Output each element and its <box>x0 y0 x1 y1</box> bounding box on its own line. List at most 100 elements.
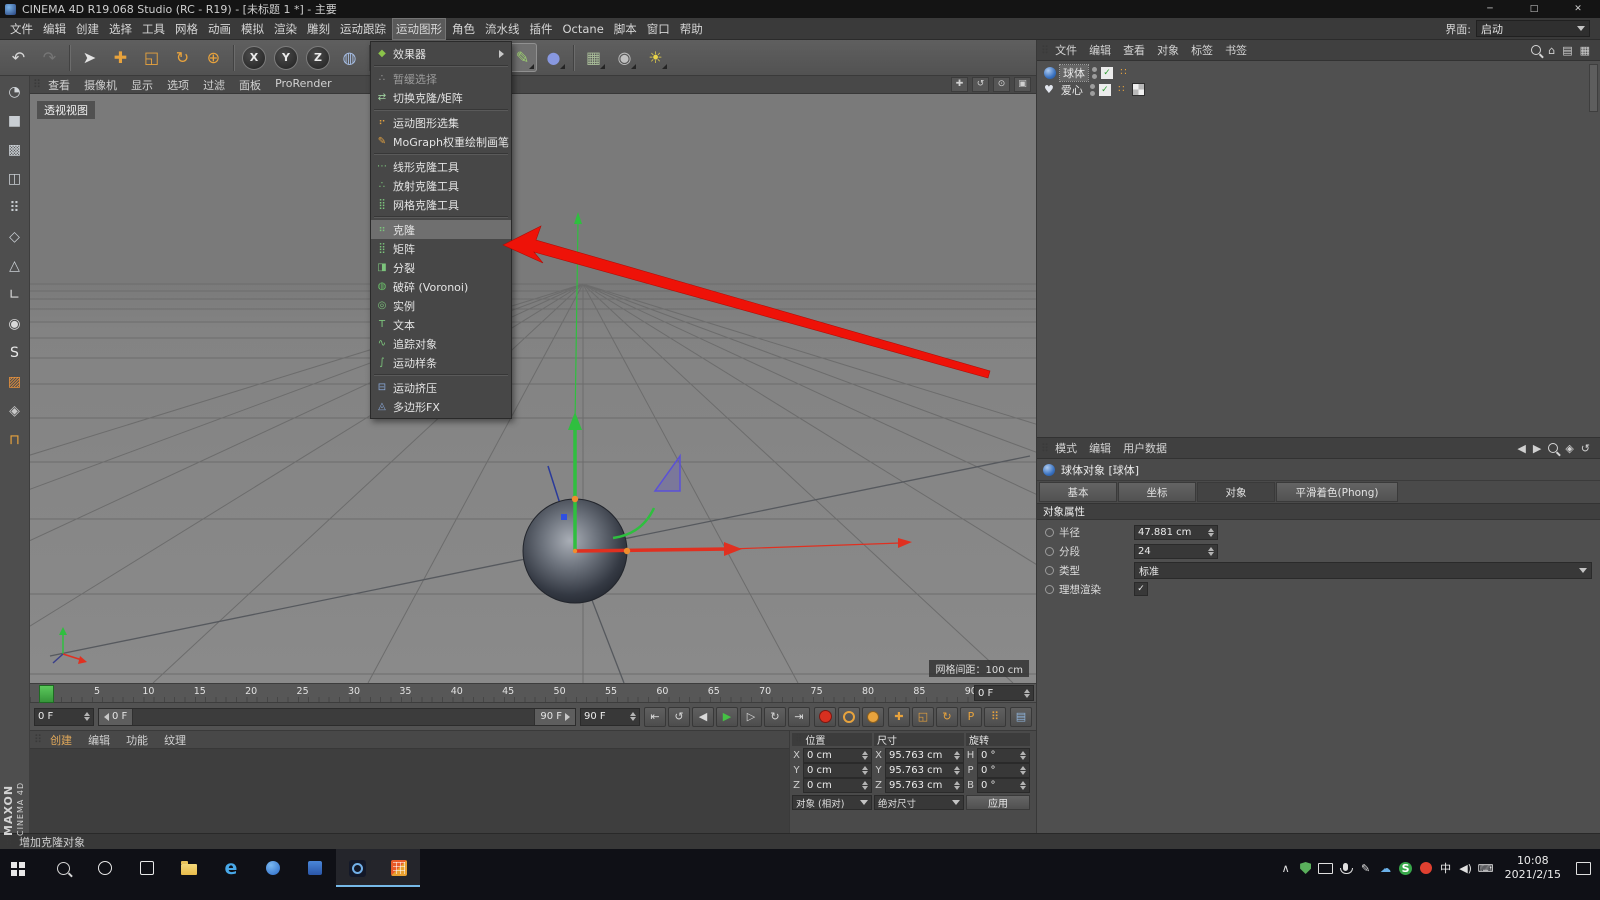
chat-app-button[interactable] <box>252 849 294 887</box>
attribute-tab[interactable]: 平滑着色(Phong) <box>1276 482 1398 502</box>
visibility-dots[interactable] <box>1092 67 1097 79</box>
maximize-view-button[interactable]: ▣ <box>1014 77 1031 92</box>
object-name[interactable]: 爱心 <box>1058 82 1086 98</box>
stepper-icon[interactable] <box>859 751 868 760</box>
menubar-item[interactable]: 动画 <box>204 18 235 40</box>
play-forward-button[interactable]: ▶ <box>716 707 738 727</box>
stepper-icon[interactable] <box>1017 751 1026 760</box>
menu-item[interactable]: ∿追踪对象 <box>371 334 511 353</box>
visibility-dots[interactable] <box>1090 84 1095 96</box>
attribute-tab[interactable]: 坐标 <box>1118 482 1196 502</box>
timeline-ruler[interactable]: 51015202530354045505560657075808590 0 F <box>30 683 1036 703</box>
size-y-field[interactable]: 95.763 cm <box>885 763 964 778</box>
taskbar-clock[interactable]: 10:08 2021/2/15 <box>1496 854 1570 882</box>
cortana-button[interactable] <box>84 849 126 887</box>
environment-palette-button[interactable]: ▦ <box>579 43 608 72</box>
rotation-p-field[interactable]: 0 ° <box>977 763 1030 778</box>
menubar-item[interactable]: 插件 <box>526 18 557 40</box>
docs-app-button[interactable] <box>294 849 336 887</box>
attribute-menu-item[interactable]: 用户数据 <box>1117 440 1173 456</box>
menu-item[interactable]: ∫运动样条 <box>371 353 511 372</box>
tray-cloud-button[interactable]: ☁ <box>1376 849 1396 887</box>
cinema4d-app-button[interactable] <box>336 849 378 887</box>
x-axis-handle[interactable] <box>575 549 728 551</box>
animation-dot[interactable] <box>1045 566 1054 575</box>
polygons-mode-button[interactable]: △ <box>3 255 27 277</box>
render-perfect-checkbox[interactable] <box>1134 582 1148 596</box>
tray-sogou-button[interactable]: S <box>1396 849 1416 887</box>
close-button[interactable]: ✕ <box>1556 0 1600 18</box>
position-x-field[interactable]: 0 cm <box>803 748 872 763</box>
menubar-item[interactable]: 角色 <box>448 18 479 40</box>
solo-mode-button[interactable]: ◉ <box>3 313 27 335</box>
taskbar-search-button[interactable] <box>42 849 84 887</box>
stepper-icon[interactable] <box>951 781 960 790</box>
menu-item[interactable]: ⋯线形克隆工具 <box>371 157 511 176</box>
animation-dot[interactable] <box>1045 547 1054 556</box>
menubar-item[interactable]: 选择 <box>105 18 136 40</box>
ruler-frame-field[interactable]: 0 F <box>974 685 1034 701</box>
y-handle-arrowhead[interactable] <box>568 412 582 430</box>
scale-button[interactable]: ◱ <box>137 43 166 72</box>
material-menu-item[interactable]: 编辑 <box>80 732 118 748</box>
menu-item[interactable]: ✎MoGraph权重绘制画笔 <box>371 132 511 151</box>
stepper-icon[interactable] <box>1205 547 1214 556</box>
menu-item[interactable]: ◆效果器 <box>371 44 511 63</box>
menubar-item[interactable]: 模拟 <box>237 18 268 40</box>
menubar-item[interactable]: 渲染 <box>270 18 301 40</box>
apply-button[interactable]: 应用 <box>966 795 1030 810</box>
workplane-mode-button[interactable]: ◫ <box>3 168 27 190</box>
menubar-item[interactable]: 运动跟踪 <box>336 18 390 40</box>
record-position-button[interactable]: ✚ <box>888 707 910 727</box>
make-editable-button[interactable]: ◔ <box>3 81 27 103</box>
tray-chevron-button[interactable]: ∧ <box>1276 849 1296 887</box>
lock-workplane-button[interactable]: ◈ <box>3 400 27 422</box>
stepper-icon[interactable] <box>1017 781 1026 790</box>
radius-handle-top[interactable] <box>572 496 578 502</box>
blue-handle-dot[interactable] <box>561 514 567 520</box>
z-axis-lock-button[interactable]: Z <box>306 46 330 70</box>
viewport-menu-item[interactable]: 面板 <box>232 77 268 93</box>
current-frame-field[interactable]: 0 F <box>34 708 94 726</box>
viewport-menu-item[interactable]: ProRender <box>268 77 339 93</box>
menu-item[interactable]: ◨分裂 <box>371 258 511 277</box>
stepper-icon[interactable] <box>859 781 868 790</box>
position-y-field[interactable]: 0 cm <box>803 763 872 778</box>
record-point-level-button[interactable]: ⠿ <box>984 707 1006 727</box>
rotation-h-field[interactable]: 0 ° <box>977 748 1030 763</box>
loop-button[interactable]: ↻ <box>764 707 786 727</box>
camera-palette-button[interactable]: ◉ <box>610 43 639 72</box>
pan-view-button[interactable]: ✚ <box>951 77 968 92</box>
attribute-menu-item[interactable]: 编辑 <box>1083 440 1117 456</box>
points-mode-button[interactable]: ⠿ <box>3 197 27 219</box>
animation-dot[interactable] <box>1045 585 1054 594</box>
menu-item[interactable]: ⣿矩阵 <box>371 239 511 258</box>
menubar-item[interactable]: 窗口 <box>643 18 674 40</box>
coordinate-system-button[interactable]: ◍ <box>335 43 364 72</box>
menu-item[interactable]: ⠶克隆 <box>371 220 511 239</box>
texture-mode-button[interactable]: ▩ <box>3 139 27 161</box>
stepper-icon[interactable] <box>1017 766 1026 775</box>
radius-handle-right[interactable] <box>624 548 630 554</box>
record-keyframe-button[interactable] <box>814 707 836 727</box>
goto-start-button[interactable]: ⇤ <box>644 707 666 727</box>
menu-item[interactable]: ⠖运动图形选集 <box>371 113 511 132</box>
stepper-icon[interactable] <box>1205 528 1214 537</box>
menubar-item[interactable]: 工具 <box>138 18 169 40</box>
menubar-item[interactable]: 帮助 <box>676 18 707 40</box>
tray-ime-button[interactable]: 中 <box>1436 849 1456 887</box>
menubar-item[interactable]: 脚本 <box>610 18 641 40</box>
x-axis-lock-button[interactable]: X <box>242 46 266 70</box>
tray-shield-button[interactable] <box>1296 849 1316 887</box>
object-manager-menu-item[interactable]: 书签 <box>1219 42 1253 58</box>
maximize-button[interactable]: □ <box>1512 0 1556 18</box>
menubar-item[interactable]: 编辑 <box>39 18 70 40</box>
next-frame-button[interactable]: ▷ <box>740 707 762 727</box>
menubar-item[interactable]: Octane <box>559 19 608 39</box>
menu-item[interactable]: ∴放射克隆工具 <box>371 176 511 195</box>
prev-frame-button[interactable]: ◀ <box>692 707 714 727</box>
menu-item[interactable]: ◬多边形FX <box>371 397 511 416</box>
object-name[interactable]: 球体 <box>1060 65 1088 81</box>
object-manager-menu-item[interactable]: 对象 <box>1151 42 1185 58</box>
magnet-button[interactable]: ⊓ <box>3 429 27 451</box>
